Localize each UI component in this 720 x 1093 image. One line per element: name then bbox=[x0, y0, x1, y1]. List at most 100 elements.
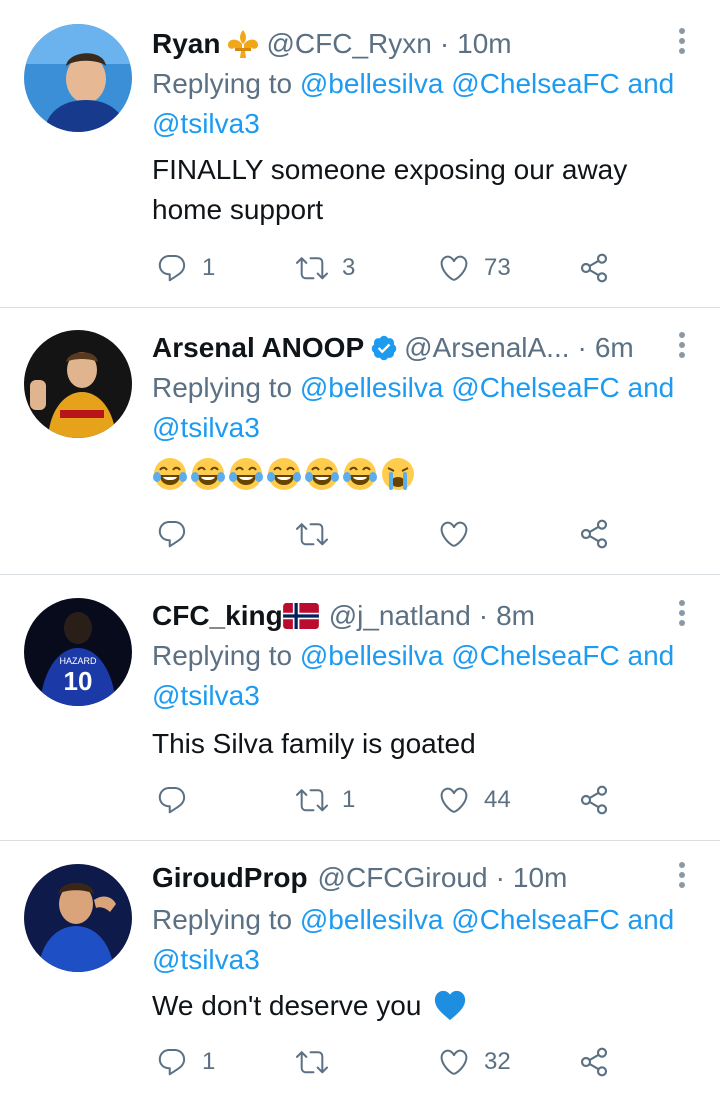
separator: · bbox=[577, 332, 587, 363]
reply-button[interactable] bbox=[156, 514, 202, 554]
timestamp[interactable]: 8m bbox=[496, 594, 535, 638]
like-button[interactable]: 44 bbox=[438, 780, 511, 820]
reply-button[interactable] bbox=[156, 780, 202, 820]
mention-conjunction: and bbox=[619, 372, 675, 403]
mention-link[interactable]: @tsilva3 bbox=[152, 944, 260, 975]
verified-check-icon bbox=[370, 334, 398, 362]
retweet-icon bbox=[296, 252, 328, 284]
share-button[interactable] bbox=[578, 514, 610, 554]
like-button[interactable]: 32 bbox=[438, 1042, 511, 1082]
timestamp[interactable]: 10m bbox=[513, 856, 567, 900]
blue-heart-emoji bbox=[433, 989, 467, 1023]
mention-link[interactable]: @bellesilva bbox=[300, 372, 444, 403]
mention-conjunction: and bbox=[619, 68, 675, 99]
more-options-icon[interactable] bbox=[672, 24, 692, 64]
divider bbox=[0, 307, 720, 308]
retweet-button[interactable]: 1 bbox=[296, 780, 355, 820]
avatar[interactable]: 10 HAZARD bbox=[24, 598, 132, 706]
reply-count: 1 bbox=[202, 1048, 216, 1075]
tweet[interactable]: 10 HAZARD CFC_king @j_natland · 8m Reply… bbox=[0, 594, 720, 840]
tweet-header: Arsenal ANOOP @ArsenalA... · 6m bbox=[152, 326, 634, 370]
user-handle[interactable]: @ArsenalA... bbox=[404, 326, 569, 370]
mention-link[interactable]: @bellesilva bbox=[300, 68, 444, 99]
display-name[interactable]: Ryan bbox=[152, 22, 220, 66]
mention-link[interactable]: @ChelseaFC bbox=[451, 640, 619, 671]
user-handle[interactable]: @CFC_Ryxn bbox=[266, 22, 431, 66]
heart-icon bbox=[438, 518, 470, 550]
avatar-image bbox=[24, 864, 132, 972]
mention-link[interactable]: @tsilva3 bbox=[152, 108, 260, 139]
display-name[interactable]: Arsenal ANOOP bbox=[152, 326, 364, 370]
replying-prefix: Replying to bbox=[152, 904, 300, 935]
display-name[interactable]: CFC_king bbox=[152, 594, 283, 638]
retweet-button[interactable] bbox=[296, 514, 342, 554]
more-options-icon[interactable] bbox=[672, 328, 692, 368]
divider bbox=[0, 574, 720, 575]
share-button[interactable] bbox=[578, 248, 610, 288]
tweet-text: FINALLY someone exposing our away home s… bbox=[152, 150, 692, 230]
share-icon bbox=[578, 784, 610, 816]
more-options-icon[interactable] bbox=[672, 858, 692, 898]
like-count: 44 bbox=[484, 786, 511, 813]
reply-count: 1 bbox=[202, 254, 216, 281]
replying-to: Replying to @bellesilva @ChelseaFC and @t… bbox=[152, 64, 702, 144]
share-icon bbox=[578, 518, 610, 550]
like-count: 73 bbox=[484, 254, 511, 281]
laughing-crying-emoji bbox=[266, 456, 302, 492]
display-name[interactable]: GiroudProp bbox=[152, 856, 308, 900]
tweet-text: This Silva family is goated bbox=[152, 724, 692, 764]
mention-link[interactable]: @ChelseaFC bbox=[451, 68, 619, 99]
mention-link[interactable]: @bellesilva bbox=[300, 640, 444, 671]
timestamp[interactable]: 6m bbox=[595, 326, 634, 370]
svg-text:10: 10 bbox=[64, 666, 93, 696]
retweet-button[interactable] bbox=[296, 1042, 342, 1082]
laughing-crying-emoji bbox=[152, 456, 188, 492]
avatar[interactable] bbox=[24, 330, 132, 438]
share-button[interactable] bbox=[578, 780, 610, 820]
reply-button[interactable]: 1 bbox=[156, 1042, 215, 1082]
retweet-icon bbox=[296, 518, 328, 550]
tweet[interactable]: Arsenal ANOOP @ArsenalA... · 6m Replying… bbox=[0, 326, 720, 572]
avatar-image bbox=[24, 24, 132, 132]
user-handle[interactable]: @j_natland bbox=[329, 594, 471, 638]
laughing-crying-emoji bbox=[190, 456, 226, 492]
retweet-button[interactable]: 3 bbox=[296, 248, 355, 288]
mention-link[interactable]: @tsilva3 bbox=[152, 412, 260, 443]
like-button[interactable] bbox=[438, 514, 484, 554]
avatar-image: 10 HAZARD bbox=[24, 598, 132, 706]
like-count: 32 bbox=[484, 1048, 511, 1075]
laughing-crying-emoji bbox=[228, 456, 264, 492]
user-handle[interactable]: @CFCGiroud bbox=[318, 856, 488, 900]
tweet[interactable]: GiroudProp @CFCGiroud · 10m Replying to … bbox=[0, 856, 720, 1093]
replying-to: Replying to @bellesilva @ChelseaFC and @t… bbox=[152, 900, 702, 980]
mention-link[interactable]: @tsilva3 bbox=[152, 680, 260, 711]
mention-link[interactable]: @ChelseaFC bbox=[451, 372, 619, 403]
replying-to: Replying to @bellesilva @ChelseaFC and @t… bbox=[152, 636, 702, 716]
avatar[interactable] bbox=[24, 864, 132, 972]
reply-button[interactable]: 1 bbox=[156, 248, 215, 288]
tweet[interactable]: Ryan @CFC_Ryxn · 10m Replying to @belles… bbox=[0, 22, 720, 306]
heart-icon bbox=[438, 252, 470, 284]
avatar[interactable] bbox=[24, 24, 132, 132]
tweet-actions: 1 44 bbox=[152, 780, 632, 820]
share-button[interactable] bbox=[578, 1042, 610, 1082]
separator: · bbox=[495, 862, 505, 893]
timestamp[interactable]: 10m bbox=[457, 22, 511, 66]
share-icon bbox=[578, 252, 610, 284]
laughing-crying-emoji bbox=[342, 456, 378, 492]
replying-prefix: Replying to bbox=[152, 68, 300, 99]
reply-icon bbox=[156, 1046, 188, 1078]
reply-icon bbox=[156, 252, 188, 284]
mention-link[interactable]: @ChelseaFC bbox=[451, 904, 619, 935]
avatar-image bbox=[24, 330, 132, 438]
mention-conjunction: and bbox=[619, 640, 675, 671]
reply-icon bbox=[156, 784, 188, 816]
svg-text:HAZARD: HAZARD bbox=[59, 656, 97, 666]
more-options-icon[interactable] bbox=[672, 596, 692, 636]
fleur-de-lis-icon bbox=[226, 29, 260, 59]
replying-prefix: Replying to bbox=[152, 372, 300, 403]
mention-link[interactable]: @bellesilva bbox=[300, 904, 444, 935]
tweet-actions bbox=[152, 514, 632, 554]
replying-to: Replying to @bellesilva @ChelseaFC and @t… bbox=[152, 368, 702, 448]
like-button[interactable]: 73 bbox=[438, 248, 511, 288]
